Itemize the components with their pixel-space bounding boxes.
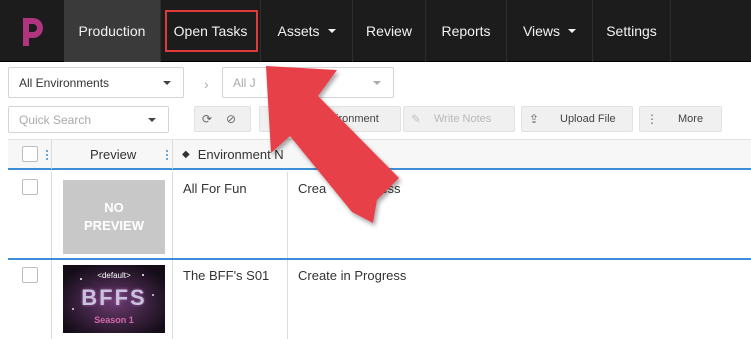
- nav-production[interactable]: Production: [64, 0, 161, 62]
- select-all-checkbox[interactable]: [22, 146, 38, 162]
- logo-icon: [23, 18, 43, 46]
- quick-search-input[interactable]: Quick Search: [8, 106, 169, 133]
- nav-reports[interactable]: Reports: [426, 0, 507, 62]
- no-preview-text: NO PREVIEW: [84, 200, 144, 233]
- chevron-down-icon: [373, 80, 381, 85]
- sort-icon: ◆: [182, 149, 190, 160]
- environment-thumbnail: <default> BFFS Season 1: [63, 265, 165, 333]
- chevron-down-icon: [148, 117, 156, 122]
- nav-reports-label: Reports: [441, 23, 491, 39]
- chevron-down-icon: [327, 29, 336, 33]
- more-label: More: [678, 113, 704, 125]
- column-divider: [287, 172, 288, 339]
- nav-views-label: Views: [522, 23, 561, 39]
- thumbnail-subtitle: Season 1: [94, 315, 134, 325]
- column-header-preview-label: Preview: [90, 147, 137, 162]
- environment-filter-select[interactable]: All Environments: [8, 67, 184, 98]
- new-environment-label: ironment: [336, 113, 379, 125]
- nav-production-label: Production: [78, 23, 146, 39]
- table-header: Preview ◆ Environment N: [8, 139, 751, 170]
- vertical-dots-icon: ⋮: [646, 112, 658, 126]
- nav-assets-label: Assets: [277, 23, 320, 39]
- column-divider: [172, 140, 173, 169]
- upload-file-label: Upload File: [560, 113, 616, 125]
- edit-icon: ✎: [410, 112, 422, 126]
- environment-name-cell[interactable]: All For Fun: [183, 181, 247, 196]
- column-divider: [51, 140, 52, 169]
- job-filter-value: All J: [233, 75, 256, 90]
- job-filter-select[interactable]: All J: [222, 67, 394, 98]
- row-selection-divider: [8, 258, 751, 260]
- new-environment-button[interactable]: ironment: [259, 106, 401, 132]
- column-header-environment[interactable]: ◆ Environment N: [182, 140, 284, 169]
- app-logo[interactable]: [0, 0, 64, 62]
- environment-name-cell[interactable]: The BFF's S01: [183, 268, 269, 283]
- more-button[interactable]: ⋮ More: [639, 106, 722, 132]
- column-menu-icon[interactable]: [166, 148, 169, 162]
- column-divider: [172, 172, 173, 339]
- top-navigation-bar: Production Open Tasks Assets Review Repo…: [0, 0, 751, 62]
- nav-open-tasks[interactable]: Open Tasks: [161, 0, 261, 62]
- column-header-environment-label: Environment N: [197, 147, 284, 162]
- nav-review[interactable]: Review: [353, 0, 426, 62]
- chevron-down-icon: [163, 80, 171, 85]
- write-notes-label: Write Notes: [434, 113, 492, 125]
- nav-settings[interactable]: Settings: [593, 0, 671, 62]
- row-checkbox[interactable]: [22, 179, 38, 195]
- column-menu-icon[interactable]: [46, 148, 49, 162]
- write-notes-button[interactable]: ✎ Write Notes: [403, 106, 515, 132]
- refresh-clear-button-group: ⟳ ⊘: [194, 106, 251, 132]
- nav-review-label: Review: [366, 23, 412, 39]
- chevron-down-icon: [568, 29, 577, 33]
- upload-file-button[interactable]: ⇪ Upload File: [521, 106, 633, 132]
- nav-assets[interactable]: Assets: [261, 0, 353, 62]
- refresh-icon[interactable]: ⟳: [195, 107, 219, 131]
- clear-filter-icon[interactable]: ⊘: [219, 107, 243, 131]
- thumbnail-title: BFFS: [81, 285, 147, 310]
- row-checkbox[interactable]: [22, 267, 38, 283]
- quick-search-placeholder: Quick Search: [19, 112, 92, 127]
- nav-settings-label: Settings: [606, 23, 657, 39]
- upload-icon: ⇪: [528, 112, 540, 126]
- status-cell: Create in Progress: [298, 268, 407, 283]
- thumbnail-caption: <default>: [97, 271, 131, 280]
- column-header-preview[interactable]: Preview: [90, 140, 136, 169]
- environment-filter-value: All Environments: [19, 75, 110, 90]
- status-cell-tail: ress: [376, 181, 401, 196]
- no-preview-placeholder: NO PREVIEW: [63, 180, 165, 254]
- column-divider: [51, 172, 52, 339]
- nav-open-tasks-label: Open Tasks: [173, 23, 248, 39]
- nav-views[interactable]: Views: [507, 0, 593, 62]
- status-cell: Crea: [298, 181, 327, 196]
- chevron-right-icon: ›: [204, 76, 209, 92]
